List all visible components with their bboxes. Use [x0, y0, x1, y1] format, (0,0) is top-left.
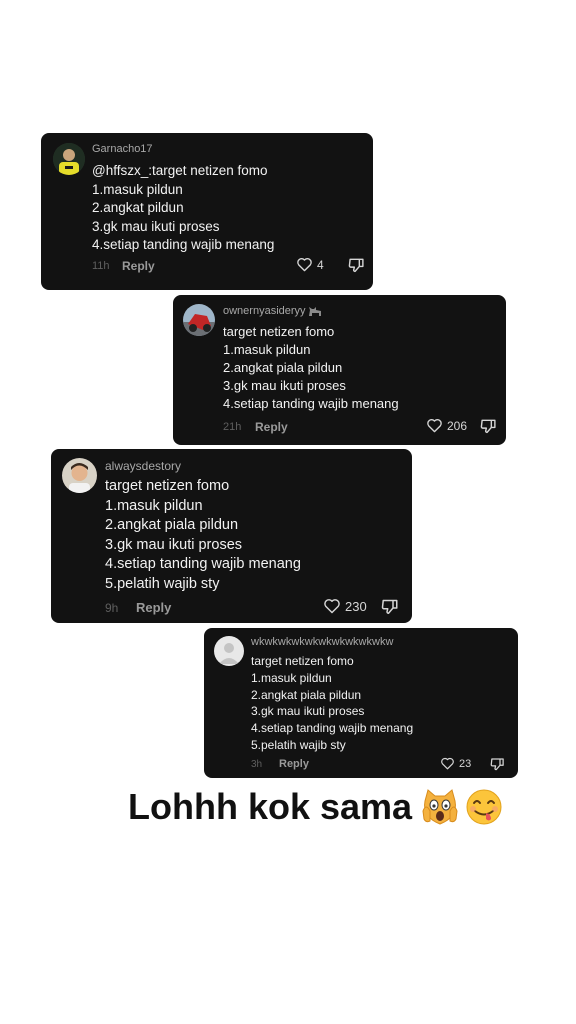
comment-line: 3.gk mau ikuti proses	[92, 218, 220, 234]
like-button[interactable]: 4	[296, 257, 324, 272]
thumbs-down-icon	[490, 758, 504, 771]
comment-card: Garnacho17 @hffszx_:target netizen fomo …	[41, 133, 373, 290]
like-count: 230	[345, 598, 367, 614]
comment-line: 4.setiap tanding wajib menang	[92, 237, 275, 252]
heart-icon	[441, 757, 454, 770]
comment-username-text: ownernyasideryy	[223, 305, 306, 317]
cat-icon	[308, 306, 321, 316]
like-count: 4	[317, 257, 324, 272]
reply-button[interactable]: Reply	[279, 758, 309, 770]
thumbs-down-icon	[480, 419, 496, 434]
avatar[interactable]	[214, 636, 244, 666]
comment-line: 2.angkat pildun	[92, 200, 184, 215]
dislike-button[interactable]	[490, 757, 505, 776]
comment-line: 5.pelatih wajib sty	[105, 575, 220, 592]
comment-line: 3.gk mau ikuti proses	[223, 378, 346, 393]
comment-text: target netizen fomo 1.masuk pildun 2.ang…	[251, 653, 413, 754]
reply-button[interactable]: Reply	[122, 259, 155, 273]
comment-line: 1.masuk pildun	[223, 342, 311, 357]
heart-icon	[324, 599, 340, 614]
avatar-image	[62, 458, 97, 493]
heart-icon	[297, 258, 312, 272]
like-count: 23	[459, 757, 472, 770]
comment-username[interactable]: Garnacho17	[92, 143, 153, 155]
comment-line: 2.angkat piala pildun	[223, 360, 343, 375]
avatar[interactable]	[183, 304, 215, 336]
reply-button[interactable]: Reply	[255, 420, 288, 434]
heart-icon	[427, 419, 442, 433]
comment-line: 2.angkat piala pildun	[251, 687, 362, 702]
avatar-image	[183, 304, 215, 336]
caption-text: Lohhh kok sama	[128, 786, 413, 827]
comment-line: target netizen fomo	[105, 478, 230, 494]
like-button[interactable]: 230	[323, 598, 367, 614]
comment-time: 21h	[223, 421, 242, 433]
caption: Lohhh kok sama	[128, 786, 504, 828]
avatar-image	[53, 143, 85, 175]
comment-line: 1.masuk pildun	[251, 670, 332, 685]
avatar[interactable]	[53, 143, 85, 175]
comment-line: 1.masuk pildun	[105, 497, 203, 514]
comment-line: 4.setiap tanding wajib menang	[105, 556, 301, 572]
comment-text: target netizen fomo 1.masuk pildun 2.ang…	[105, 477, 301, 594]
comment-line: 4.setiap tanding wajib menang	[223, 396, 399, 411]
comment-time: 9h	[105, 601, 119, 615]
avatar[interactable]	[62, 458, 97, 493]
comment-line: 2.angkat piala pildun	[105, 517, 239, 533]
comment-time: 3h	[251, 759, 263, 770]
comment-card: alwaysdestory target netizen fomo 1.masu…	[51, 449, 412, 623]
reply-button[interactable]: Reply	[136, 600, 171, 615]
comment-card: wkwkwkwkwkwkwkwkwkwkw target netizen fom…	[204, 628, 518, 778]
thumbs-down-icon	[348, 258, 364, 273]
like-count: 206	[447, 418, 468, 433]
comment-username[interactable]: ownernyasideryy	[223, 305, 322, 317]
avatar-image	[214, 636, 244, 666]
comment-line: 3.gk mau ikuti proses	[251, 704, 365, 719]
comment-line: 1.masuk pildun	[92, 181, 183, 197]
dislike-button[interactable]	[480, 418, 497, 439]
like-button[interactable]: 206	[426, 418, 467, 433]
dislike-button[interactable]	[348, 257, 365, 278]
comment-text: target netizen fomo 1.masuk pildun 2.ang…	[223, 323, 399, 413]
thumbs-down-icon	[381, 599, 398, 614]
comment-line: target netizen fomo	[223, 324, 335, 339]
yum-face-emoji-icon	[466, 789, 502, 825]
dislike-button[interactable]	[381, 598, 399, 620]
comment-time: 11h	[92, 260, 110, 272]
screaming-cat-emoji-icon	[422, 789, 458, 825]
comment-line: 3.gk mau ikuti proses	[105, 536, 243, 553]
comment-line: target netizen fomo	[251, 654, 354, 668]
comment-line: 5.pelatih wajib sty	[251, 737, 346, 752]
comment-username[interactable]: wkwkwkwkwkwkwkwkwkwkw	[251, 636, 393, 648]
comment-card: ownernyasideryy target netizen fomo 1.ma…	[173, 295, 506, 445]
comment-line: 4.setiap tanding wajib menang	[251, 721, 414, 736]
like-button[interactable]: 23	[440, 757, 471, 770]
comment-line: @hffszx_:target netizen fomo	[92, 163, 268, 178]
comment-username[interactable]: alwaysdestory	[105, 459, 181, 473]
comment-text: @hffszx_:target netizen fomo 1.masuk pil…	[92, 162, 274, 255]
